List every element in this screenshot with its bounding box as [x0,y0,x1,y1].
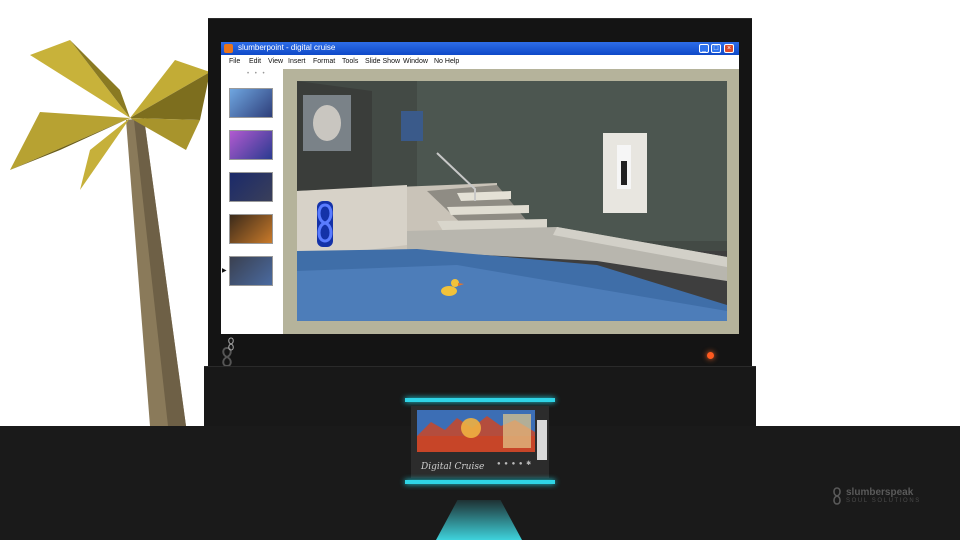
slide-thumbnail[interactable] [229,88,273,118]
menu-window[interactable]: Window [403,58,428,65]
app-icon [224,44,233,53]
menu-format[interactable]: Format [313,58,335,65]
menu-view[interactable]: View [268,58,283,65]
menu-edit[interactable]: Edit [249,58,261,65]
menu-file[interactable]: File [229,58,240,65]
menu-bar: File Edit View Insert Format Tools Slide… [221,55,739,69]
cassette-controls-icon: ● ● ● ● ✱ [497,461,533,467]
brand-tagline: SOUL SOLUTIONS [846,498,921,504]
menu-insert[interactable]: Insert [288,58,306,65]
brand-logo-icon [228,337,234,351]
minimize-button[interactable]: _ [699,44,709,53]
slide-thumbnail-panel: • • • ▶ [221,69,283,351]
power-led-indicator [707,352,714,359]
close-button[interactable]: × [724,44,734,53]
app-window: slumberpoint - digital cruise _ □ × File… [221,42,739,351]
menu-tools[interactable]: Tools [342,58,358,65]
cassette-window [417,410,535,452]
window-title: slumberpoint - digital cruise [238,43,336,52]
slide-thumbnail-current[interactable] [229,256,273,286]
brand-logo-icon [833,487,841,505]
brand-name: slumberspeak [846,487,914,498]
menu-slide-show[interactable]: Slide Show [365,58,400,65]
slide-thumbnail[interactable] [229,130,273,160]
menu-no-help[interactable]: No Help [434,58,459,65]
cassette-label: Digital Cruise [421,462,485,472]
pool-room-scene-image [297,81,727,321]
slide-editor-stage [283,69,739,334]
cassette-body: Digital Cruise ● ● ● ● ✱ [411,406,549,478]
current-slide-marker-icon: ▶ [222,268,227,274]
neon-strip-bottom [405,480,555,484]
cassette-deck[interactable]: Digital Cruise ● ● ● ● ✱ [405,398,555,484]
panel-handle-icon[interactable]: • • • [247,71,267,77]
slide-thumbnail[interactable] [229,172,273,202]
slide-thumbnail[interactable] [229,214,273,244]
cassette-tab [537,420,547,460]
cassette-art-image [417,410,535,452]
maximize-button[interactable]: □ [711,44,721,53]
current-slide[interactable] [297,81,727,321]
neon-strip-top [405,398,555,402]
title-bar[interactable]: slumberpoint - digital cruise _ □ × [221,42,739,55]
